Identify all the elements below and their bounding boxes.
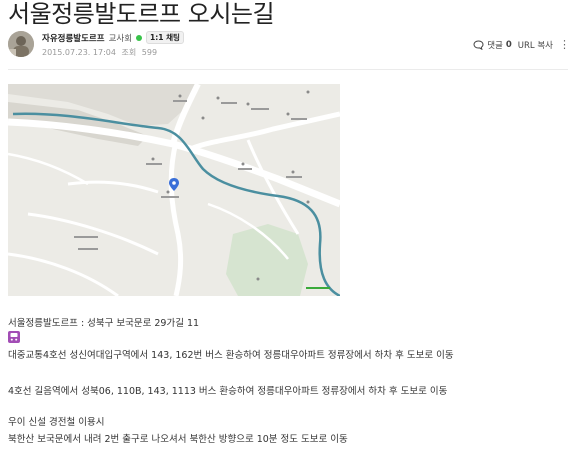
directions-line-4: 북한산 보국문에서 내려 2번 출구로 나오셔서 북한산 방향으로 10분 정도… — [8, 434, 348, 445]
directions-line-2: 4호선 길음역에서 성북06, 110B, 143, 1113 버스 환승하여 … — [8, 386, 448, 397]
comment-icon — [473, 39, 484, 50]
chat-button[interactable]: 1:1 채팅 — [146, 31, 184, 44]
comment-count: 0 — [505, 39, 512, 50]
directions-line-3: 우이 신설 경전철 이용시 — [8, 417, 105, 428]
comment-label: 댓글 — [487, 40, 503, 51]
post-meta: 2015.07.23. 17:04 조회 599 — [42, 47, 160, 58]
online-status-icon — [136, 34, 143, 41]
header-divider — [8, 69, 568, 70]
url-copy-button[interactable]: URL 복사 — [518, 39, 553, 51]
avatar[interactable] — [8, 31, 34, 57]
author-name[interactable]: 자유정릉발도르프 — [42, 32, 105, 44]
more-vertical-icon[interactable]: ⋮ — [559, 38, 570, 51]
directions-line-1: 대중교통4호선 성신여대입구역에서 143, 162번 버스 환승하여 정릉대우… — [8, 350, 454, 361]
location-map[interactable] — [8, 84, 340, 296]
bus-emoji-icon — [8, 331, 20, 343]
views-count: 599 — [141, 48, 158, 57]
views-label: 조회 — [121, 48, 137, 57]
author-role: 교사회 — [108, 33, 133, 44]
post-date: 2015.07.23. 17:04 — [42, 48, 116, 57]
post-title: 서울정릉발도르프 오시는길 — [8, 0, 275, 28]
address-line: 서울정릉발도르프 : 성북구 보국문로 29가길 11 — [8, 318, 200, 329]
comment-button[interactable]: 댓글 0 — [473, 39, 512, 51]
